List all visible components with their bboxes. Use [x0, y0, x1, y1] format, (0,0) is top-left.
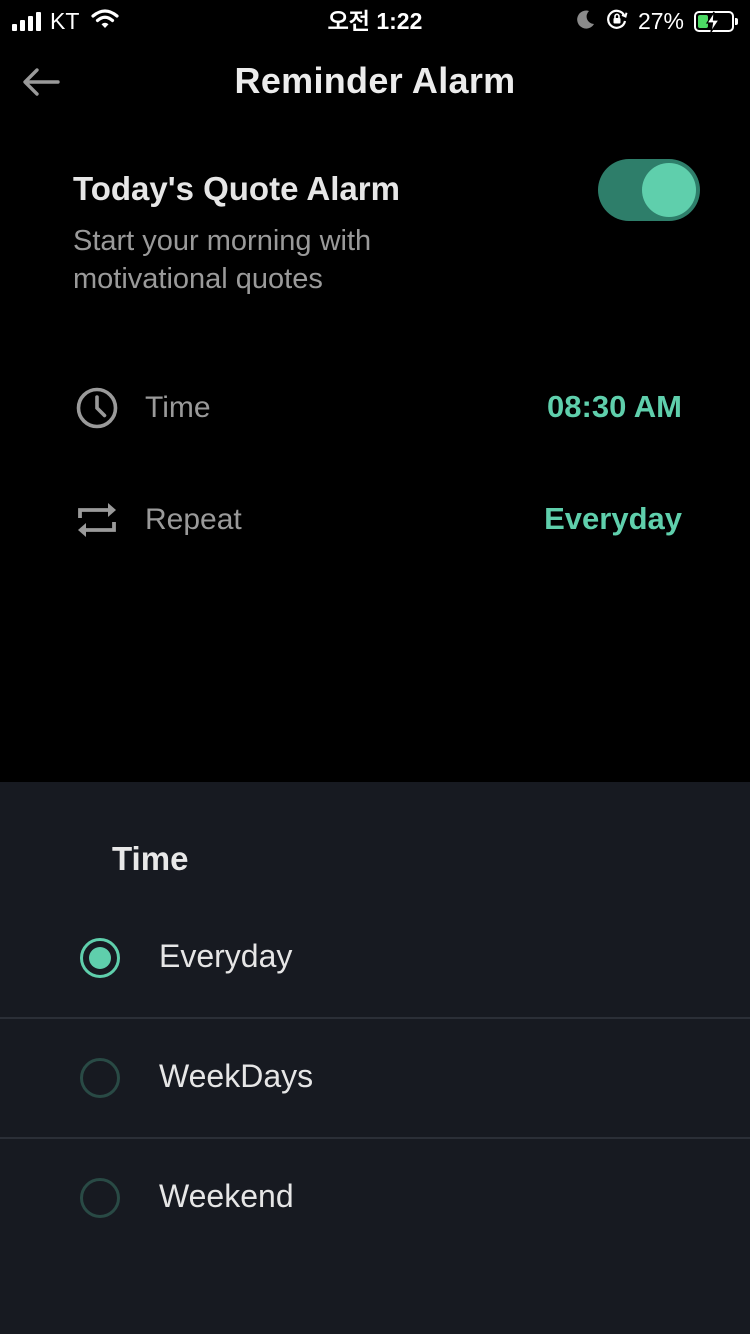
time-setting-row[interactable]: Time 08:30 AM — [0, 378, 750, 438]
battery-percent: 27% — [637, 7, 684, 34]
status-bar: KT 오전 1:22 27% — [0, 0, 750, 44]
alarm-toggle[interactable] — [598, 159, 700, 221]
repeat-options-sheet: Time Everyday WeekDays Weekend — [0, 782, 750, 1334]
option-label: Weekend — [159, 1178, 294, 1214]
alarm-description: Start your morning with motivational quo… — [73, 225, 372, 295]
time-label: Time — [145, 391, 211, 424]
reminder-alarm-screen: KT 오전 1:22 27% Reminder Alarm Today's Qu… — [0, 0, 750, 1334]
option-label: WeekDays — [159, 1058, 314, 1094]
moon-icon — [576, 9, 596, 34]
repeat-icon — [74, 497, 120, 543]
option-weekdays[interactable]: WeekDays — [0, 1018, 750, 1137]
option-weekend[interactable]: Weekend — [0, 1138, 750, 1257]
time-value: 08:30 AM — [547, 389, 682, 424]
orientation-lock-icon — [606, 8, 628, 35]
nav-bar: Reminder Alarm — [0, 44, 750, 120]
option-everyday[interactable]: Everyday — [0, 898, 750, 1017]
battery-charging-icon — [694, 10, 738, 32]
repeat-label: Repeat — [145, 503, 242, 536]
sheet-title: Time — [112, 840, 189, 877]
radio-button[interactable] — [80, 938, 120, 978]
alarm-title: Today's Quote Alarm — [73, 170, 400, 207]
radio-button[interactable] — [80, 1178, 120, 1218]
clock-icon — [74, 385, 120, 431]
page-title: Reminder Alarm — [234, 60, 516, 101]
option-label: Everyday — [159, 938, 293, 974]
repeat-value: Everyday — [544, 501, 682, 536]
toggle-knob — [642, 163, 696, 217]
radio-button[interactable] — [80, 1058, 120, 1098]
status-bar-right: 27% — [576, 6, 738, 36]
repeat-setting-row[interactable]: Repeat Everyday — [0, 490, 750, 550]
